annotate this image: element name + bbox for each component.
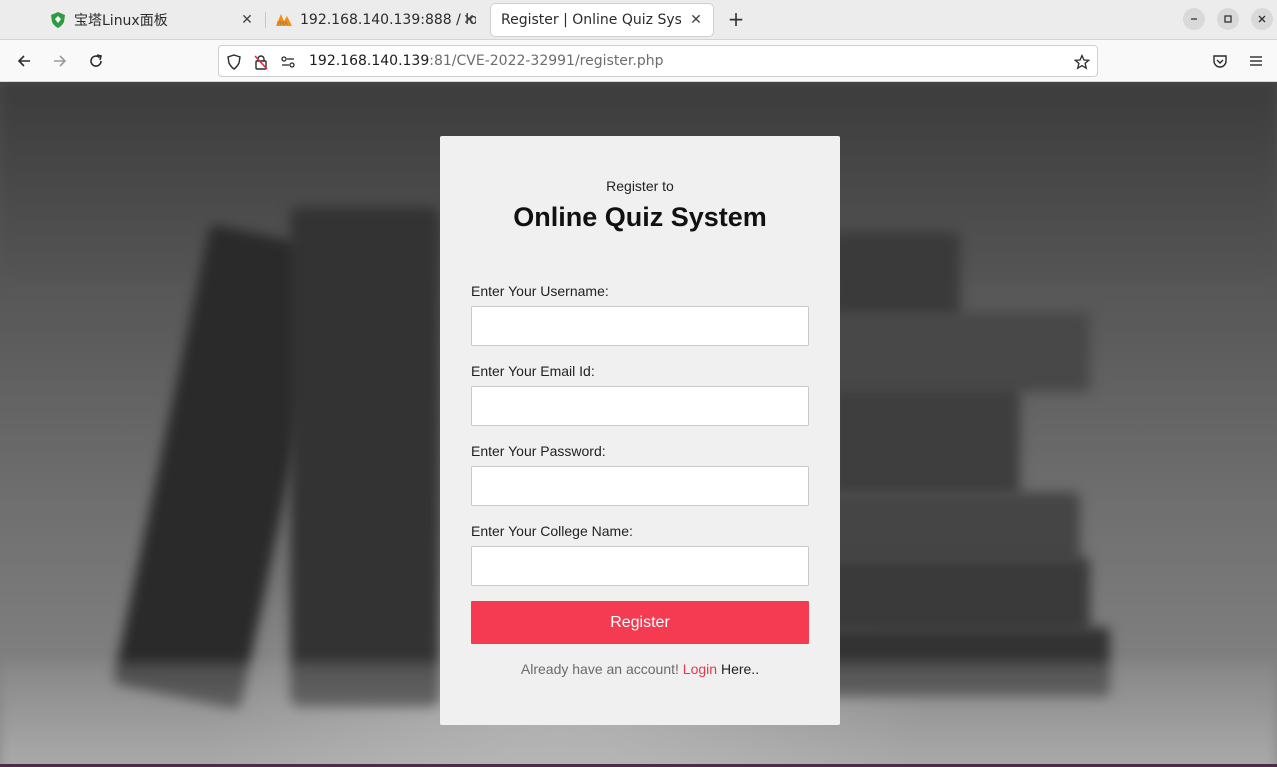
password-label: Enter Your Password:: [471, 443, 606, 459]
close-icon[interactable]: ✕: [238, 11, 256, 29]
close-window-button[interactable]: [1251, 8, 1273, 30]
arrow-right-icon: [54, 55, 67, 67]
background-book: [820, 492, 1080, 562]
minimize-button[interactable]: [1183, 8, 1205, 30]
username-input[interactable]: [471, 306, 809, 346]
url-path: :81/CVE-2022-32991/register.php: [429, 53, 664, 69]
background-book: [820, 557, 1090, 632]
tab-phpmyadmin[interactable]: PMA 192.168.140.139:888 / localhost ✕: [266, 4, 486, 36]
arrow-left-icon: [17, 55, 30, 67]
college-label: Enter Your College Name:: [471, 523, 633, 539]
login-prompt-text: Already have an account!: [520, 661, 679, 677]
maximize-button[interactable]: [1217, 8, 1239, 30]
pocket-button[interactable]: [1208, 49, 1232, 73]
back-button[interactable]: [12, 49, 36, 73]
tab-title: 192.168.140.139:888 / localhost: [300, 12, 476, 28]
reload-button[interactable]: [84, 49, 108, 73]
bookmark-star-icon[interactable]: [1073, 53, 1091, 71]
close-icon[interactable]: ✕: [687, 11, 705, 29]
new-tab-button[interactable]: +: [724, 8, 748, 32]
login-prompt-suffix: Here..: [720, 661, 760, 677]
maximize-icon: [1224, 15, 1232, 23]
svg-text:PMA: PMA: [277, 21, 288, 26]
address-bar[interactable]: 192.168.140.139:81/CVE-2022-32991/regist…: [218, 45, 1098, 77]
menu-button[interactable]: [1244, 49, 1268, 73]
email-input[interactable]: [471, 386, 809, 426]
insecure-lock-icon[interactable]: [252, 53, 270, 71]
login-link[interactable]: Login: [683, 661, 717, 677]
background-book: [830, 232, 960, 322]
background-book: [820, 312, 1090, 392]
page-title: Online Quiz System: [513, 202, 767, 232]
page-background: Register to Online Quiz System Enter You…: [0, 82, 1277, 767]
username-label: Enter Your Username:: [471, 283, 609, 299]
reload-icon: [90, 54, 102, 67]
email-label: Enter Your Email Id:: [471, 363, 595, 379]
permissions-icon[interactable]: [279, 53, 297, 71]
url-text[interactable]: 192.168.140.139:81/CVE-2022-32991/regist…: [309, 53, 663, 69]
minimize-icon: [1191, 18, 1197, 20]
navigation-bar: 192.168.140.139:81/CVE-2022-32991/regist…: [0, 40, 1277, 82]
password-input[interactable]: [471, 466, 809, 506]
register-card: Register to Online Quiz System Enter You…: [440, 136, 840, 725]
background-book: [830, 387, 1020, 497]
login-prompt: Already have an account! Login Here..: [440, 661, 840, 677]
close-icon[interactable]: ✕: [460, 11, 478, 29]
forward-button[interactable]: [48, 49, 72, 73]
college-input[interactable]: [471, 546, 809, 586]
register-subtitle: Register to: [606, 178, 674, 194]
pocket-icon: [1213, 55, 1227, 68]
url-host: 192.168.140.139: [309, 53, 430, 69]
tab-title: Register | Online Quiz System: [501, 12, 681, 28]
phpmyadmin-icon: PMA: [276, 12, 292, 28]
tab-baota-panel[interactable]: 宝塔Linux面板 ✕: [40, 4, 264, 36]
register-button[interactable]: Register: [471, 601, 809, 644]
tab-bar: 宝塔Linux面板 ✕ PMA 192.168.140.139:888 / lo…: [0, 0, 1277, 40]
tab-title: 宝塔Linux面板: [74, 13, 168, 29]
close-icon: [1258, 15, 1266, 23]
tab-register[interactable]: Register | Online Quiz System ✕: [491, 4, 713, 36]
hamburger-menu-icon: [1250, 56, 1262, 66]
bt-shield-icon: [50, 12, 66, 28]
shield-icon[interactable]: [225, 53, 243, 71]
background-book: [290, 207, 440, 707]
